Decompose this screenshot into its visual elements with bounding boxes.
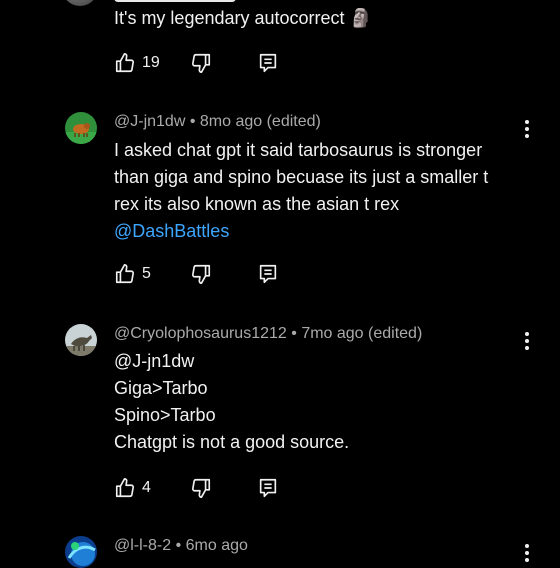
comment-line: than giga and spino becuase its just a s… [114, 167, 489, 187]
timestamp[interactable]: 6mo ago [186, 537, 248, 554]
author-handle[interactable]: @Cryolophosaurus1212 [114, 325, 287, 342]
comment-text-body: It's my legendary autocorrect [114, 8, 345, 28]
reply-button[interactable] [257, 476, 279, 500]
comment-meta: @J-jn1dw • 8mo ago (edited) [114, 113, 321, 131]
avatar[interactable] [65, 536, 97, 568]
dislike-button[interactable] [190, 476, 212, 500]
thumbs-up-icon [115, 53, 135, 73]
comment-line: Spino>Tarbo [114, 405, 216, 425]
comment-meta: @l-l-8-2 • 6mo ago [114, 537, 248, 555]
reply-icon [259, 478, 277, 498]
thumbs-up-icon [115, 478, 135, 498]
thumbs-down-icon [191, 478, 211, 498]
timestamp[interactable]: 7mo ago (edited) [301, 325, 422, 342]
thumbs-down-icon [191, 264, 211, 284]
comment-text: It's my legendary autocorrect 🗿 [114, 5, 534, 32]
thumbs-down-icon [191, 53, 211, 73]
dislike-button[interactable] [190, 262, 212, 286]
separator-dot: • [291, 325, 297, 342]
avatar[interactable] [65, 324, 97, 356]
moai-emoji: 🗿 [349, 8, 372, 28]
comment-line: rex its also known as the asian t rex [114, 194, 400, 214]
comment-meta: @Cryolophosaurus1212 • 7mo ago (edited) [114, 325, 422, 343]
more-options-button[interactable] [520, 542, 534, 564]
like-count: 19 [142, 54, 160, 71]
like-count: 4 [142, 479, 151, 496]
avatar-image [65, 112, 97, 144]
author-handle[interactable]: @J-jn1dw [114, 113, 185, 130]
reply-chip[interactable] [114, 0, 236, 2]
avatar[interactable] [62, 0, 98, 6]
reply-icon [259, 264, 277, 284]
separator-dot: • [175, 537, 182, 554]
like-button[interactable]: 5 [114, 262, 151, 286]
reply-icon [259, 53, 277, 73]
timestamp[interactable]: 8mo ago (edited) [200, 113, 321, 130]
avatar-image [65, 536, 97, 568]
like-count: 5 [142, 265, 151, 282]
separator-dot: • [189, 113, 196, 130]
reply-button[interactable] [257, 262, 279, 286]
comment-line: Chatgpt is not a good source. [114, 432, 350, 452]
comment-line: I asked chat gpt it said tarbosaurus is … [114, 140, 483, 160]
comment-line: @J-jn1dw [114, 351, 195, 371]
more-vert-icon [525, 544, 529, 562]
dislike-button[interactable] [190, 51, 212, 75]
author-handle[interactable]: @l-l-8-2 [114, 537, 171, 554]
avatar[interactable] [65, 112, 97, 144]
comment-text: I asked chat gpt it said tarbosaurus is … [114, 137, 534, 245]
like-button[interactable]: 19 [114, 51, 160, 75]
comment-line: Giga>Tarbo [114, 378, 208, 398]
reply-button[interactable] [257, 51, 279, 75]
avatar-image [65, 324, 97, 356]
comment-text: @J-jn1dw Giga>Tarbo Spino>Tarbo Chatgpt … [114, 348, 534, 456]
thumbs-up-icon [115, 264, 135, 284]
mention-link[interactable]: @DashBattles [114, 218, 534, 245]
like-button[interactable]: 4 [114, 476, 151, 500]
